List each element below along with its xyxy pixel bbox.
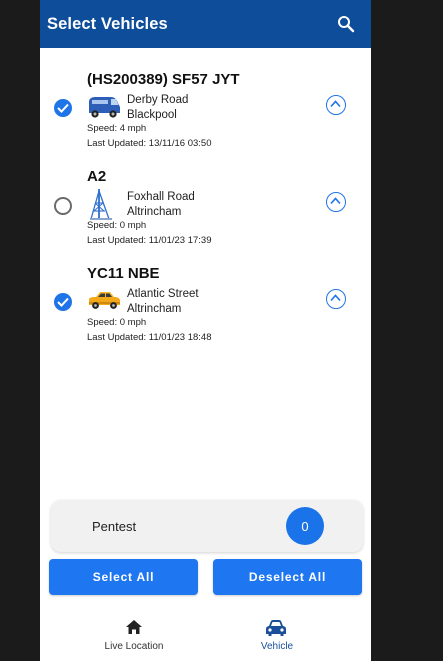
app-bar: Select Vehicles bbox=[40, 0, 371, 48]
group-count-badge[interactable]: 0 bbox=[286, 507, 324, 545]
home-icon bbox=[125, 619, 143, 640]
vehicle-name: A2 bbox=[87, 168, 107, 185]
chevron-up-icon[interactable] bbox=[326, 289, 346, 309]
nav-vehicle[interactable]: Vehicle bbox=[197, 612, 357, 661]
address-line2: Altrincham bbox=[127, 302, 182, 315]
vehicle-last-updated: Last Updated: 13/11/16 03:50 bbox=[87, 138, 212, 149]
vehicle-last-updated: Last Updated: 11/01/23 17:39 bbox=[87, 235, 212, 246]
select-all-button[interactable]: Select All bbox=[49, 559, 198, 595]
nav-label: Live Location bbox=[104, 641, 164, 652]
vehicle-item[interactable]: A2 Foxhall Road Altrincham Speed: 0 mph bbox=[40, 168, 371, 265]
vehicle-speed: Speed: 0 mph bbox=[87, 317, 147, 328]
group-name: Pentest bbox=[92, 519, 137, 534]
group-card[interactable]: Pentest 0 bbox=[51, 500, 363, 552]
vehicle-name: (HS200389) SF57 JYT bbox=[87, 71, 240, 88]
selected-checkbox[interactable] bbox=[54, 293, 72, 311]
address-line1: Atlantic Street bbox=[127, 288, 199, 300]
mast-tower-icon bbox=[87, 187, 121, 221]
vehicle-address: Foxhall Road Altrincham bbox=[127, 190, 195, 219]
vehicle-address: Derby Road Blackpool bbox=[127, 93, 188, 122]
unselected-checkbox[interactable] bbox=[54, 197, 72, 215]
vehicle-item[interactable]: (HS200389) SF57 JYT Derby Road Blackpool… bbox=[40, 71, 371, 168]
nav-label: Vehicle bbox=[260, 641, 294, 652]
bottom-nav: Live Location Vehicle bbox=[40, 612, 371, 661]
deselect-all-button[interactable]: Deselect All bbox=[213, 559, 362, 595]
vehicle-name: YC11 NBE bbox=[87, 265, 160, 282]
vehicle-speed: Speed: 4 mph bbox=[87, 123, 147, 134]
search-icon[interactable] bbox=[337, 15, 355, 33]
background-strip bbox=[371, 0, 443, 661]
nav-live-location[interactable]: Live Location bbox=[54, 612, 214, 661]
address-line2: Blackpool bbox=[127, 108, 177, 121]
address-line1: Derby Road bbox=[127, 94, 189, 106]
van-icon bbox=[87, 92, 121, 120]
car-icon bbox=[87, 286, 121, 314]
address-line1: Foxhall Road bbox=[127, 191, 195, 203]
phone-screen: Select Vehicles (HS200389) SF57 JYT Derb… bbox=[40, 0, 371, 661]
selected-checkbox[interactable] bbox=[54, 99, 72, 117]
chevron-up-icon[interactable] bbox=[326, 95, 346, 115]
vehicle-speed: Speed: 0 mph bbox=[87, 220, 147, 231]
vehicle-last-updated: Last Updated: 11/01/23 18:48 bbox=[87, 332, 212, 343]
chevron-up-icon[interactable] bbox=[326, 192, 346, 212]
page-title: Select Vehicles bbox=[47, 14, 168, 33]
vehicle-address: Atlantic Street Altrincham bbox=[127, 287, 199, 316]
vehicle-item[interactable]: YC11 NBE Atlantic Street Altrincham Spee… bbox=[40, 265, 371, 362]
address-line2: Altrincham bbox=[127, 205, 182, 218]
car-icon bbox=[265, 619, 287, 642]
